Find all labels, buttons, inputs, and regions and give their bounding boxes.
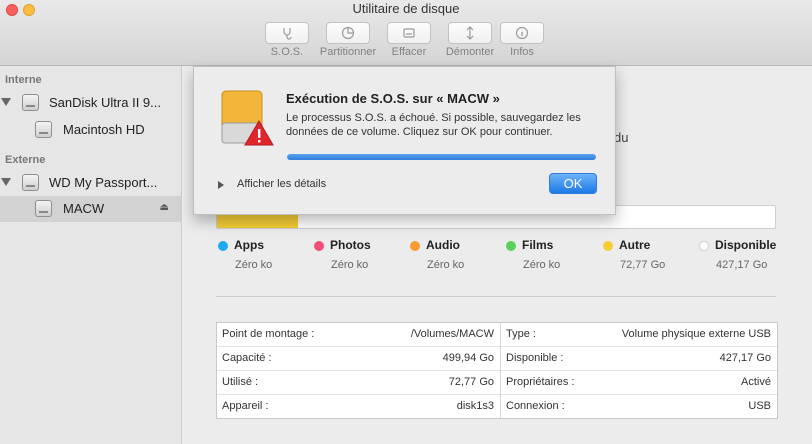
info-row: Connexion : USB xyxy=(501,395,777,419)
show-details-disclosure-icon[interactable] xyxy=(218,181,224,189)
legend-size: 72,77 Go xyxy=(620,259,666,271)
volume-info-table: Point de montage : /Volumes/MACW Capacité … xyxy=(216,322,778,419)
legend-size: Zéro ko xyxy=(331,259,369,271)
volume-icon xyxy=(35,121,52,138)
toolbar-partition-button[interactable]: Partitionner xyxy=(319,22,377,58)
info-value: 72,77 Go xyxy=(448,376,494,388)
legend-color-dot xyxy=(314,241,324,251)
window-title: Utilitaire de disque xyxy=(352,1,460,16)
external-drive-alert-icon xyxy=(221,90,274,146)
info-value: 499,94 Go xyxy=(442,352,494,364)
info-row: Capacité : 499,94 Go xyxy=(217,347,500,371)
info-key: Connexion : xyxy=(506,400,565,412)
info-row: Disponible : 427,17 Go xyxy=(501,347,777,371)
sidebar-item-macintosh-hd[interactable]: Macintosh HD xyxy=(0,117,182,143)
legend-label: Apps xyxy=(234,238,264,252)
legend-size: 427,17 Go xyxy=(716,259,768,271)
legend-color-dot xyxy=(699,241,709,251)
info-key: Appareil : xyxy=(222,400,269,412)
sidebar: Interne SanDisk Ultra II 9... Macintosh … xyxy=(0,66,182,444)
legend-size: Zéro ko xyxy=(235,259,273,271)
legend-color-dot xyxy=(506,241,516,251)
info-key: Propriétaires : xyxy=(506,376,575,388)
eject-icon[interactable]: ⏏ xyxy=(160,202,169,213)
legend-size: Zéro ko xyxy=(523,259,561,271)
internal-disk-icon xyxy=(22,94,39,111)
info-key: Point de montage : xyxy=(222,328,315,340)
partition-icon xyxy=(341,26,355,40)
info-column-right: Type : Volume physique externe USB Disponi… xyxy=(501,323,777,418)
dialog-message: Le processus S.O.S. a échoué. Si possibl… xyxy=(286,112,581,138)
info-value: /Volumes/MACW xyxy=(410,328,494,340)
divider xyxy=(216,296,776,297)
info-row: Type : Volume physique externe USB xyxy=(501,323,777,347)
legend-label: Films xyxy=(522,238,554,252)
info-row: Appareil : disk1s3 xyxy=(217,395,500,419)
legend-label: Disponible xyxy=(715,238,777,252)
unmount-icon xyxy=(466,26,474,40)
legend-color-dot xyxy=(410,241,420,251)
legend-color-dot xyxy=(218,241,228,251)
erase-icon xyxy=(403,28,415,38)
disclosure-triangle-icon[interactable] xyxy=(1,98,11,106)
sos-progress-fill xyxy=(287,154,596,160)
volume-icon xyxy=(35,200,52,217)
info-key: Utilisé : xyxy=(222,376,259,388)
info-value: Volume physique externe USB xyxy=(621,328,771,340)
volume-description-fragment: du xyxy=(614,130,629,145)
toolbar-unmount-button[interactable]: Démonter xyxy=(441,22,499,58)
info-row: Utilisé : 72,77 Go xyxy=(217,371,500,395)
info-icon xyxy=(515,26,529,40)
info-key: Disponible : xyxy=(506,352,564,364)
dialog-title: Exécution de S.O.S. sur « MACW » xyxy=(286,91,500,106)
sidebar-section-internal: Interne xyxy=(5,74,42,86)
disclosure-triangle-icon[interactable] xyxy=(1,178,11,186)
ok-button[interactable]: OK xyxy=(549,173,597,194)
toolbar-erase-button[interactable]: Effacer xyxy=(380,22,438,58)
stethoscope-icon xyxy=(283,28,292,40)
info-value: Activé xyxy=(741,376,771,388)
legend-label: Audio xyxy=(426,238,460,252)
sidebar-item-wd-passport[interactable]: WD My Passport... xyxy=(0,170,182,196)
toolbar-sos-button[interactable]: S.O.S. xyxy=(258,22,316,58)
legend-color-dot xyxy=(603,241,613,251)
info-column-left: Point de montage : /Volumes/MACW Capacité … xyxy=(217,323,501,418)
legend-label: Photos xyxy=(330,238,371,252)
toolbar-info-button[interactable]: Infos xyxy=(493,22,551,58)
info-value: USB xyxy=(748,400,771,412)
sidebar-item-sandisk[interactable]: SanDisk Ultra II 9... xyxy=(0,90,182,116)
sos-result-dialog: Exécution de S.O.S. sur « MACW » Le proc… xyxy=(193,66,616,215)
external-disk-icon xyxy=(22,174,39,191)
sidebar-section-external: Externe xyxy=(5,154,46,166)
sos-progress-bar xyxy=(287,154,596,160)
sidebar-item-macw[interactable]: MACW ⏏ xyxy=(0,196,182,222)
legend-label: Autre xyxy=(619,238,651,252)
info-key: Type : xyxy=(506,328,536,340)
info-row: Propriétaires : Activé xyxy=(501,371,777,395)
info-value: disk1s3 xyxy=(456,400,494,412)
info-value: 427,17 Go xyxy=(719,352,771,364)
info-key: Capacité : xyxy=(222,352,272,364)
title-bar: Utilitaire de disque S.O.S. Partitionner… xyxy=(0,0,812,66)
info-row: Point de montage : /Volumes/MACW xyxy=(217,323,500,347)
legend-size: Zéro ko xyxy=(427,259,465,271)
show-details-toggle[interactable]: Afficher les détails xyxy=(237,178,326,190)
